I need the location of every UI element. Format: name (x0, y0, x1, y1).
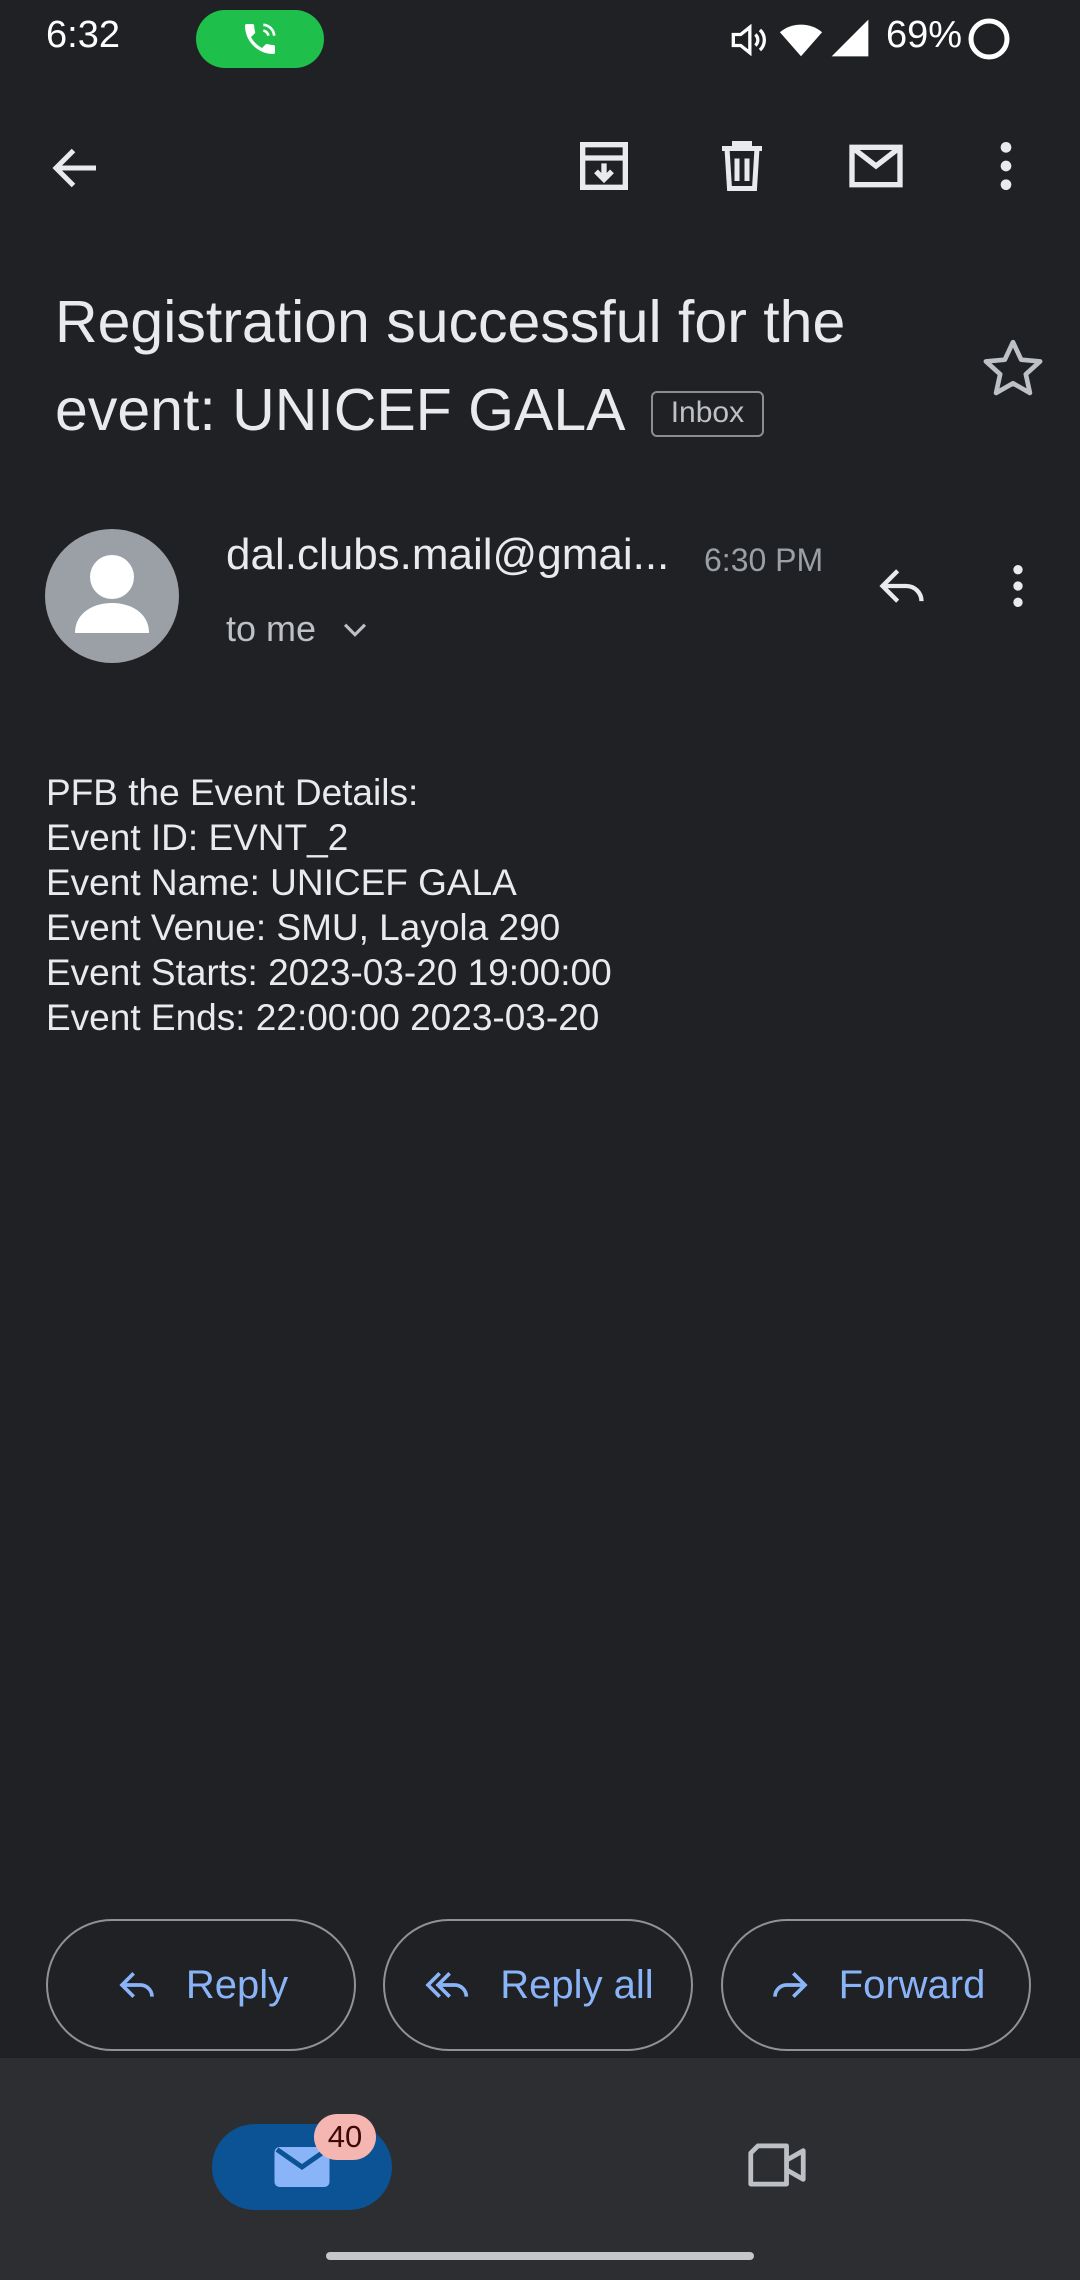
recipient-label: to me (226, 608, 317, 649)
ongoing-call-chip[interactable] (196, 10, 324, 68)
body-line: Event Venue: SMU, Layola 290 (46, 907, 561, 948)
forward-button[interactable]: Forward (721, 1919, 1031, 2051)
delete-icon (722, 141, 762, 191)
star-button[interactable] (978, 334, 1048, 404)
inbox-label-chip[interactable]: Inbox (650, 391, 765, 437)
unread-count-badge: 40 (314, 2114, 376, 2160)
phone-call-icon (245, 23, 276, 54)
reply-icon (119, 1972, 154, 1998)
reply-all-button[interactable]: Reply all (383, 1919, 693, 2051)
volume-icon (726, 18, 770, 62)
message-more-button[interactable] (1000, 558, 1036, 614)
sender-avatar[interactable] (45, 529, 179, 663)
back-button[interactable] (46, 138, 106, 198)
email-body: PFB the Event Details: Event ID: EVNT_2 … (46, 770, 612, 1040)
battery-icon (966, 16, 1012, 62)
body-line: Event Name: UNICEF GALA (46, 862, 517, 903)
bottom-navigation-bar (0, 2058, 1080, 2280)
back-arrow-icon (52, 148, 96, 188)
forward-label: Forward (838, 1962, 986, 2007)
mark-unread-button[interactable] (842, 134, 910, 198)
reply-button[interactable]: Reply (46, 1919, 356, 2051)
battery-percentage: 69% (886, 14, 963, 56)
body-line: PFB the Event Details: (46, 772, 419, 813)
home-indicator[interactable] (326, 2252, 754, 2260)
body-line: Event Starts: 2023-03-20 19:00:00 (46, 952, 612, 993)
delete-button[interactable] (712, 134, 772, 198)
signal-icon (828, 16, 872, 60)
more-vert-icon (1000, 142, 1012, 190)
meet-tab[interactable] (746, 2140, 808, 2190)
email-time: 6:30 PM (704, 542, 824, 578)
reply-label: Reply (185, 1962, 289, 2007)
body-line: Event ID: EVNT_2 (46, 817, 349, 858)
status-time: 6:32 (46, 14, 120, 56)
person-icon (75, 555, 149, 633)
sender-email[interactable]: dal.clubs.mail@gmai... (226, 530, 669, 580)
body-line: Event Ends: 22:00:00 2023-03-20 (46, 997, 600, 1038)
archive-icon (580, 142, 628, 190)
video-icon (748, 2143, 806, 2187)
wifi-icon (778, 16, 824, 62)
email-subject: Registration successful for the event: U… (55, 278, 955, 454)
reply-all-label: Reply all (500, 1962, 654, 2007)
forward-icon (772, 1972, 808, 1998)
quick-reply-button[interactable] (872, 560, 932, 612)
chevron-down-icon (344, 623, 367, 637)
mark-unread-icon (849, 144, 903, 188)
reply-icon (879, 569, 924, 603)
recipient-details-toggle[interactable]: to me (226, 608, 372, 650)
more-options-button[interactable] (986, 134, 1026, 198)
more-vert-icon (1013, 565, 1023, 607)
archive-button[interactable] (572, 134, 636, 198)
star-icon (983, 339, 1043, 396)
reply-all-icon (425, 1972, 469, 1998)
